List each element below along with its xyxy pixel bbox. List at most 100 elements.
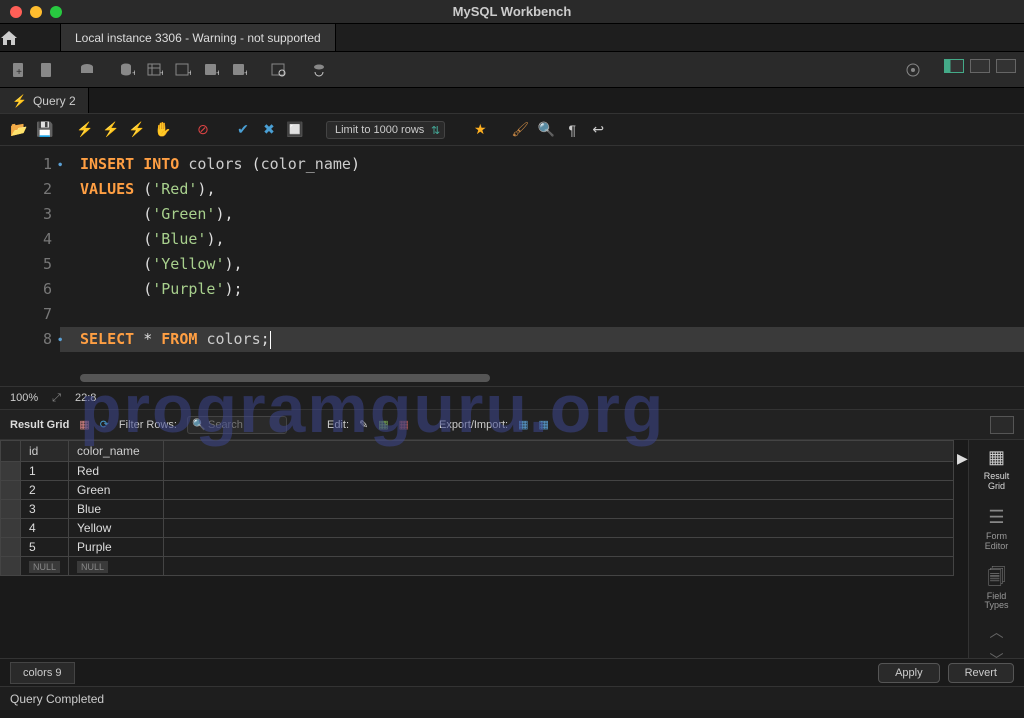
table-row[interactable]: 3Blue	[1, 500, 954, 519]
expand-icon[interactable]: ⤢	[52, 392, 61, 405]
field-types-icon: 🗐	[983, 566, 1011, 590]
column-header-id[interactable]: id	[21, 441, 69, 462]
side-form-editor[interactable]: ☰ Form Editor	[983, 506, 1011, 552]
limit-rows-dropdown[interactable]: Limit to 1000 rows	[326, 121, 445, 139]
result-grid-wrap: id color_name 1Red 2Green 3Blue 4Yellow …	[0, 440, 968, 658]
create-procedure-icon[interactable]: +	[200, 59, 222, 81]
line-number: 5	[0, 252, 52, 277]
open-sql-file-icon[interactable]	[36, 59, 58, 81]
connection-tabs: Local instance 3306 - Warning - not supp…	[0, 24, 1024, 52]
toggle-bottom-panel[interactable]	[970, 59, 990, 73]
svg-text:+: +	[132, 68, 135, 78]
invisible-chars-icon[interactable]: ¶	[563, 121, 581, 139]
inspector-icon[interactable]	[76, 59, 98, 81]
zoom-level[interactable]: 100%	[10, 392, 38, 404]
import-icon[interactable]: ▦	[539, 418, 549, 431]
svg-text:+: +	[188, 68, 191, 78]
create-table-icon[interactable]: +	[144, 59, 166, 81]
wrap-icon[interactable]: ↩	[589, 121, 607, 139]
sql-editor[interactable]: 1 2 3 4 5 6 7 8 INSERT INTO colors (colo…	[0, 146, 1024, 386]
edit-label: Edit:	[327, 419, 349, 431]
editor-status-row: 100% ⤢ 22:8	[0, 386, 1024, 410]
result-area: id color_name 1Red 2Green 3Blue 4Yellow …	[0, 440, 1024, 658]
query-tab-label: Query 2	[33, 94, 76, 108]
create-view-icon[interactable]: +	[172, 59, 194, 81]
wrap-cells-icon[interactable]	[990, 416, 1014, 434]
table-row[interactable]: 1Red	[1, 462, 954, 481]
favorite-icon[interactable]: ★	[471, 121, 489, 139]
filter-rows-label: Filter Rows:	[119, 419, 177, 431]
beautify-icon[interactable]: 🖌	[511, 121, 529, 139]
find-icon[interactable]: 🔍	[537, 121, 555, 139]
execute-icon[interactable]: ⚡	[76, 121, 94, 139]
autocommit-icon[interactable]: 🔲	[286, 121, 304, 139]
delete-row-icon[interactable]: ▦	[399, 418, 409, 431]
edit-row-icon[interactable]: ✎	[359, 418, 368, 431]
column-header-empty	[164, 441, 954, 462]
maximize-window-button[interactable]	[50, 6, 62, 18]
apply-button[interactable]: Apply	[878, 663, 940, 683]
line-gutter: 1 2 3 4 5 6 7 8	[0, 146, 60, 386]
execute-current-icon[interactable]: ⚡	[102, 121, 120, 139]
grid-view-icon: ▦	[983, 446, 1011, 470]
reconnect-icon[interactable]	[308, 59, 330, 81]
explain-icon[interactable]: ⚡	[128, 121, 146, 139]
result-tab[interactable]: colors 9	[10, 662, 75, 684]
horizontal-scrollbar[interactable]	[80, 374, 490, 382]
close-window-button[interactable]	[10, 6, 22, 18]
create-function-icon[interactable]: +	[228, 59, 250, 81]
create-schema-icon[interactable]: +	[116, 59, 138, 81]
line-number: 2	[0, 177, 52, 202]
svg-text:+: +	[244, 68, 247, 78]
side-field-types[interactable]: 🗐 Field Types	[983, 566, 1011, 612]
open-file-icon[interactable]: 📂	[10, 121, 28, 139]
home-icon[interactable]	[0, 30, 60, 46]
svg-text:+: +	[160, 68, 163, 78]
editor-toolbar: 📂 💾 ⚡ ⚡ ⚡ ✋ ⊘ ✔ ✖ 🔲 Limit to 1000 rows ★…	[0, 114, 1024, 146]
toggle-left-panel[interactable]	[944, 59, 964, 73]
side-result-grid[interactable]: ▦ Result Grid	[983, 446, 1011, 492]
status-bar: Query Completed	[0, 686, 1024, 710]
export-import-label: Export/Import:	[439, 419, 508, 431]
bottom-tabs: colors 9 Apply Revert	[0, 658, 1024, 686]
query-tabs: ⚡ Query 2	[0, 88, 1024, 114]
commit-icon[interactable]: ✔	[234, 121, 252, 139]
line-number: 4	[0, 227, 52, 252]
refresh-icon[interactable]: ⟳	[100, 418, 109, 431]
result-grid-label: Result Grid	[10, 419, 69, 431]
traffic-lights	[0, 6, 62, 18]
export-icon[interactable]: ▦	[518, 418, 528, 431]
settings-gear-icon[interactable]	[902, 59, 924, 81]
stop-icon[interactable]: ✋	[154, 121, 172, 139]
rollback-icon[interactable]: ✖	[260, 121, 278, 139]
add-row-icon[interactable]: ▦	[378, 418, 388, 431]
result-grid[interactable]: id color_name 1Red 2Green 3Blue 4Yellow …	[0, 440, 954, 576]
code-area[interactable]: INSERT INTO colors (color_name) VALUES (…	[60, 146, 1024, 386]
line-number: 8	[0, 327, 52, 352]
collapse-arrow-icon[interactable]: ▶	[957, 450, 968, 467]
text-cursor	[270, 331, 271, 349]
table-row[interactable]: 2Green	[1, 481, 954, 500]
line-number: 7	[0, 302, 52, 327]
save-file-icon[interactable]: 💾	[36, 121, 54, 139]
toggle-off-icon[interactable]: ⊘	[194, 121, 212, 139]
revert-button[interactable]: Revert	[948, 663, 1014, 683]
search-table-icon[interactable]	[268, 59, 290, 81]
row-selector-header	[1, 441, 21, 462]
table-row-null[interactable]: NULLNULL	[1, 557, 954, 576]
table-row[interactable]: 4Yellow	[1, 519, 954, 538]
line-number: 1	[0, 152, 52, 177]
chevron-up-icon[interactable]: ︿	[990, 627, 1004, 639]
result-side-panel: ▶ ▦ Result Grid ☰ Form Editor 🗐 Field Ty…	[968, 440, 1024, 658]
table-row[interactable]: 5Purple	[1, 538, 954, 557]
column-header-name[interactable]: color_name	[69, 441, 164, 462]
chevron-down-icon[interactable]: ﹀	[990, 655, 1004, 667]
toggle-right-panel[interactable]	[996, 59, 1016, 73]
minimize-window-button[interactable]	[30, 6, 42, 18]
bolt-icon: ⚡	[12, 94, 27, 108]
new-sql-file-icon[interactable]: +	[8, 59, 30, 81]
status-text: Query Completed	[10, 692, 104, 706]
query-tab[interactable]: ⚡ Query 2	[0, 88, 89, 113]
grid-icon[interactable]: ▦	[79, 418, 89, 431]
connection-tab[interactable]: Local instance 3306 - Warning - not supp…	[60, 24, 336, 51]
